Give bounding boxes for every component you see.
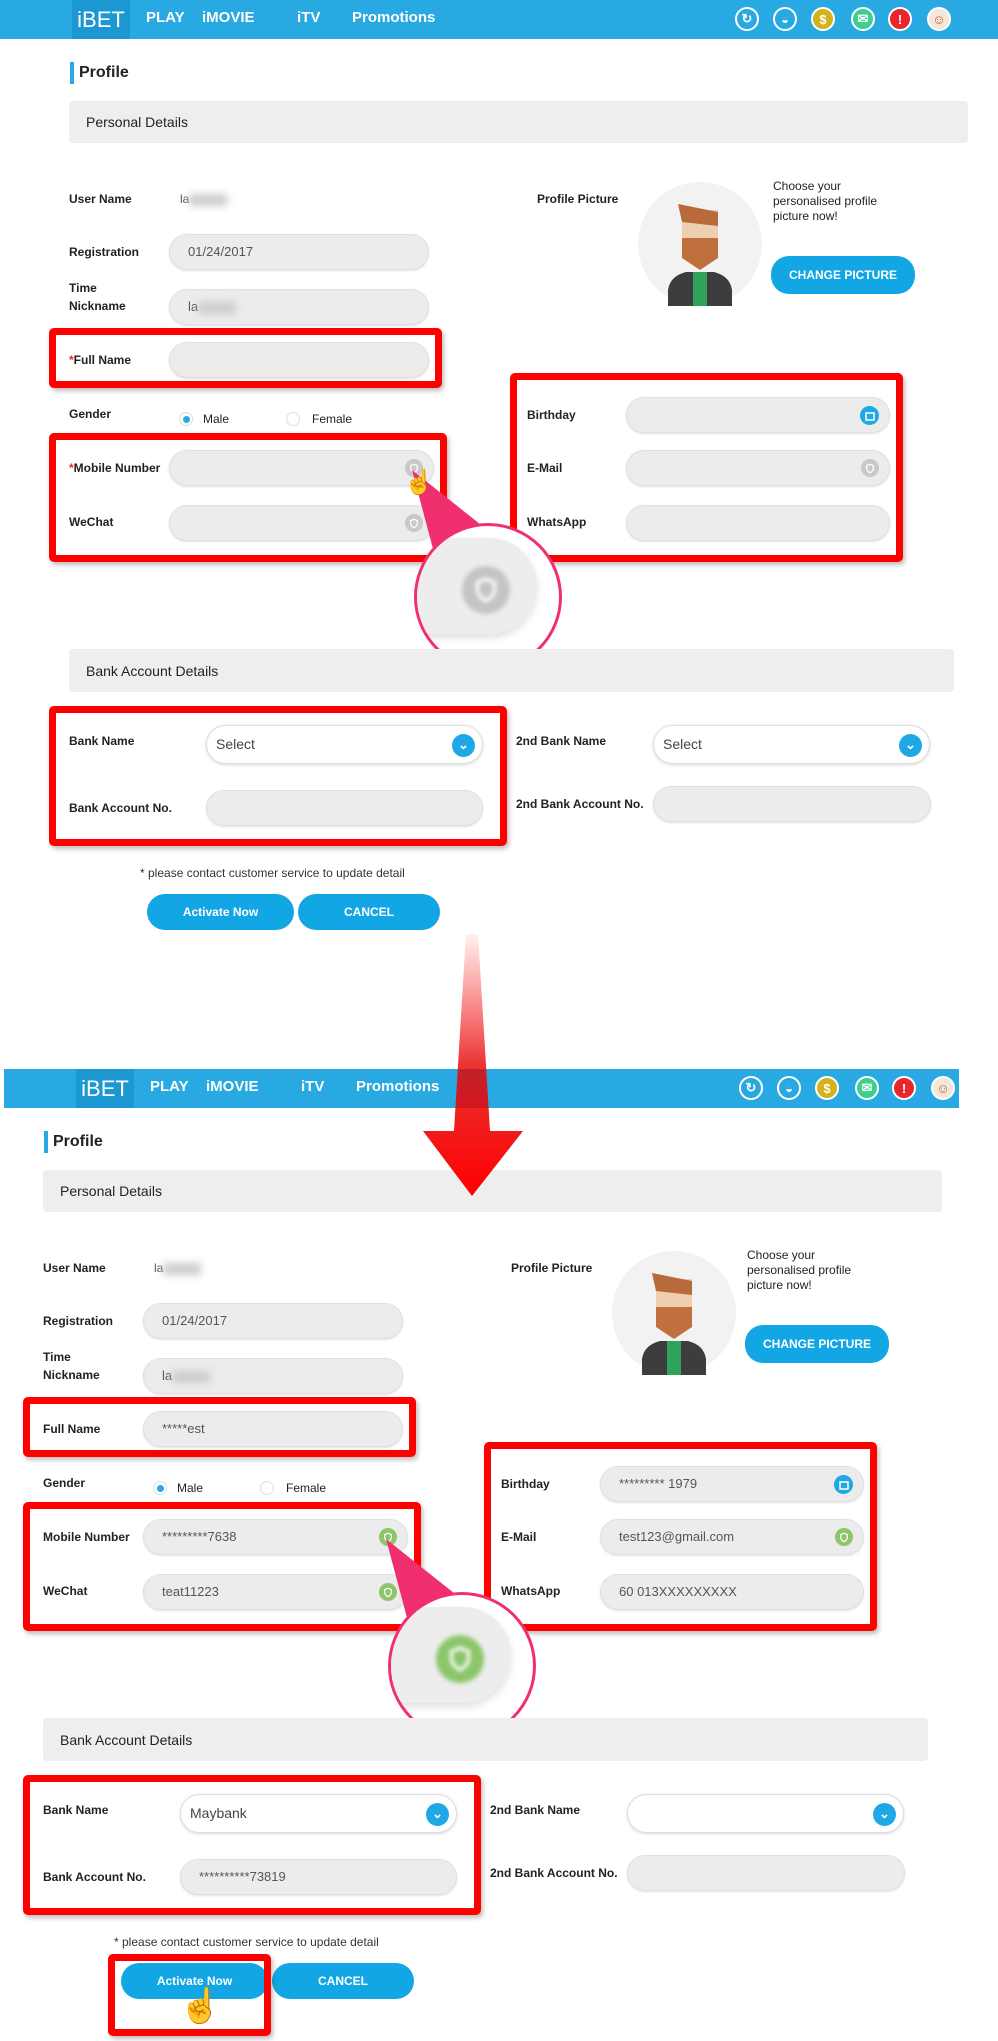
hand-cursor-icon: ☝ [179,1987,222,2025]
bank-details-header: Bank Account Details [43,1718,928,1761]
second-bank-account-no-input[interactable] [627,1855,905,1891]
highlight-box [23,1775,481,1915]
chevron-down-icon[interactable]: ⌄ [873,1803,896,1826]
second-bank-name-select[interactable]: ⌄ [627,1794,904,1833]
second-bank-account-no-label: 2nd Bank Account No. [490,1866,618,1880]
update-note: * please contact customer service to upd… [114,1935,379,1949]
cancel-button[interactable]: CANCEL [272,1963,414,1999]
shield-verify-icon-zoomed [436,1635,484,1683]
second-bank-name-label: 2nd Bank Name [490,1803,581,1817]
transition-arrow [423,934,523,1196]
